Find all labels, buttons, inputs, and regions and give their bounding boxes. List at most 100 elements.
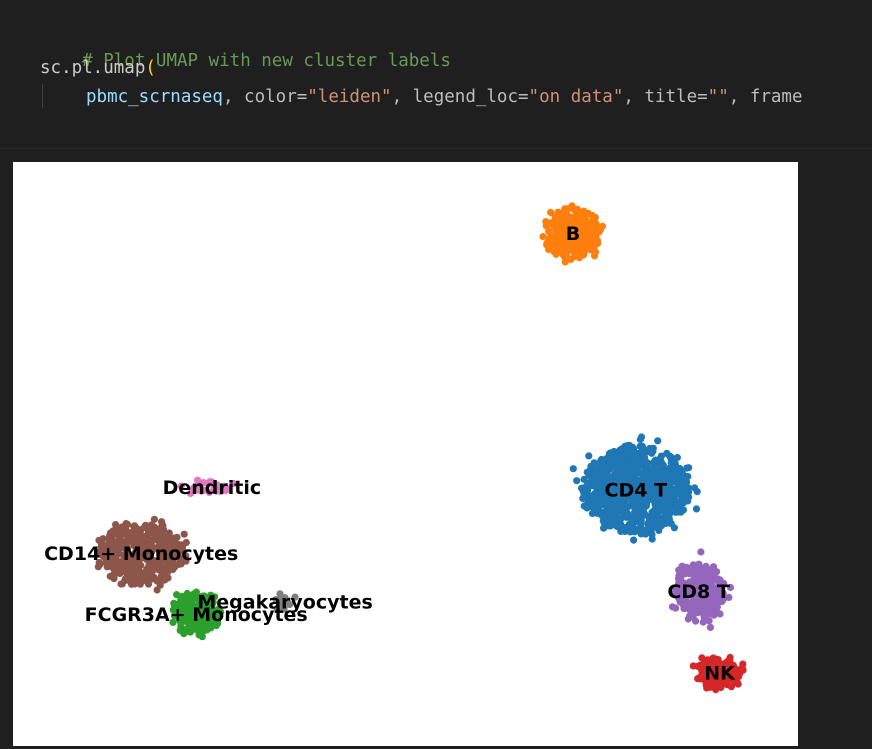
umap-point <box>600 457 608 465</box>
umap-point <box>652 456 660 464</box>
umap-point <box>681 604 689 613</box>
umap-scatter-svg: BCD4 TCD8 TNKDendriticCD14+ MonocytesFCG… <box>44 202 747 694</box>
code-sep: , <box>728 87 750 107</box>
umap-point <box>641 511 650 519</box>
umap-point <box>573 477 581 485</box>
umap-point <box>173 591 181 599</box>
umap-point <box>121 576 129 584</box>
umap-point <box>666 483 674 492</box>
umap-point <box>589 500 597 508</box>
indent-guide <box>42 84 43 108</box>
umap-point <box>702 562 710 570</box>
umap-point <box>668 603 677 611</box>
code-kw-color: color= <box>244 87 308 107</box>
umap-point <box>600 510 608 519</box>
umap-point <box>183 589 191 598</box>
umap-point <box>629 522 637 530</box>
code-call: sc.pl.umap <box>40 58 146 78</box>
umap-point <box>612 507 620 515</box>
code-cell[interactable]: # Plot UMAP with new cluster labels sc.p… <box>0 0 872 149</box>
umap-point <box>671 459 679 467</box>
umap-point <box>666 493 674 501</box>
umap-point <box>663 449 671 457</box>
umap-point <box>665 501 673 509</box>
umap-point <box>607 452 615 460</box>
umap-point <box>106 572 114 580</box>
umap-point <box>706 623 715 631</box>
code-sep: , <box>222 87 245 107</box>
umap-point <box>145 529 154 537</box>
umap-point <box>647 520 655 528</box>
umap-point <box>646 526 654 534</box>
umap-point <box>574 215 583 223</box>
umap-point <box>584 479 592 487</box>
umap-point <box>587 462 595 470</box>
cluster-label: CD14+ Monocytes <box>44 543 238 565</box>
umap-plot: B CD4 T CD8 T NK Dendritic CD14+ Monocytes FCG… <box>13 162 798 746</box>
umap-point <box>685 570 694 578</box>
umap-point <box>539 233 547 241</box>
umap-point <box>664 517 672 525</box>
umap-point <box>639 461 647 469</box>
umap-point <box>692 505 701 513</box>
umap-point <box>551 213 559 221</box>
cluster-label: Dendritic <box>163 477 262 499</box>
cluster-label: CD4 T <box>605 480 668 502</box>
umap-point <box>654 437 662 445</box>
umap-point <box>169 565 177 574</box>
umap-point <box>674 478 682 486</box>
umap-point <box>620 523 628 531</box>
umap-point <box>600 524 608 532</box>
umap-point <box>636 435 645 444</box>
umap-point <box>602 468 610 476</box>
umap-point <box>136 570 144 578</box>
umap-point <box>674 498 682 506</box>
umap-point <box>150 515 158 523</box>
cluster-label: NK <box>704 662 736 684</box>
umap-point <box>156 581 164 589</box>
umap-point <box>556 228 564 236</box>
umap-point <box>555 221 563 229</box>
code-sep: , <box>623 87 645 107</box>
umap-point <box>617 514 625 522</box>
umap-point <box>651 501 660 509</box>
umap-point <box>692 617 700 625</box>
umap-point <box>106 533 114 541</box>
umap-point <box>584 209 592 217</box>
umap-point <box>552 247 560 255</box>
umap-point <box>657 521 665 529</box>
umap-point <box>706 683 714 691</box>
umap-point <box>622 506 630 514</box>
umap-point <box>695 560 703 568</box>
umap-point <box>701 615 709 623</box>
umap-point <box>630 536 638 544</box>
code-kw-frame: frame <box>749 87 803 107</box>
umap-point <box>677 508 685 516</box>
umap-point <box>690 484 699 492</box>
umap-point <box>153 526 161 534</box>
umap-point <box>671 465 679 474</box>
umap-point <box>646 444 654 453</box>
umap-point <box>670 524 679 532</box>
umap-point <box>588 241 597 249</box>
umap-point <box>180 530 188 538</box>
umap-point <box>149 574 158 582</box>
umap-point <box>628 463 636 471</box>
umap-point <box>637 469 645 477</box>
umap-point <box>587 229 595 237</box>
code-arg-object: pbmc_scrnaseq <box>86 87 223 107</box>
umap-point <box>547 232 555 241</box>
umap-point <box>617 446 625 454</box>
code-val-color: "leiden" <box>307 87 392 107</box>
umap-point <box>637 520 645 528</box>
code-sep: , <box>391 87 413 107</box>
umap-point <box>585 452 593 460</box>
code-kw-title: title= <box>644 87 708 107</box>
umap-point <box>120 567 128 575</box>
umap-point <box>568 202 576 210</box>
umap-point <box>160 572 168 580</box>
umap-point <box>159 564 167 572</box>
umap-point <box>559 250 567 258</box>
umap-point <box>120 526 128 534</box>
cell-output: B CD4 T CD8 T NK Dendritic CD14+ Monocytes FCG… <box>0 149 872 749</box>
